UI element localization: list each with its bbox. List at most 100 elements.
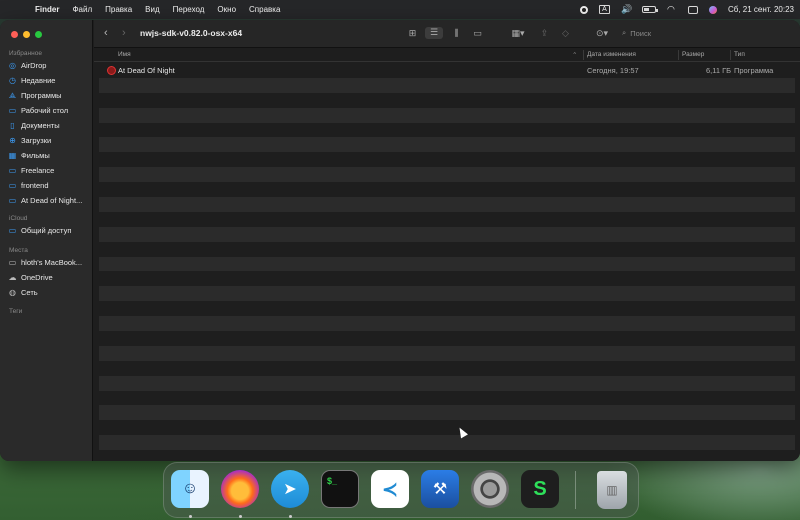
empty-row — [99, 226, 795, 242]
menu-file[interactable]: Файл — [72, 5, 92, 14]
menu-help[interactable]: Справка — [249, 5, 280, 14]
sublime-icon: S — [533, 477, 547, 500]
finder-icon: ☺ — [181, 480, 199, 497]
column-divider[interactable] — [583, 50, 584, 60]
menu-go[interactable]: Переход — [173, 5, 205, 14]
search-field[interactable]: ⌕ Поиск — [622, 28, 651, 38]
empty-row — [99, 122, 795, 138]
dock-xcode[interactable]: ⚒ — [421, 470, 459, 508]
sidebar-item-label: At Dead of Night... — [21, 196, 83, 205]
sidebar-item-label: hloth's MacBook... — [21, 258, 83, 267]
applications-icon: ⟁ — [8, 90, 17, 100]
icon-view-icon[interactable]: ⊞ — [406, 28, 419, 39]
app-icon — [107, 66, 116, 75]
empty-row — [99, 345, 795, 361]
column-size-header[interactable]: Размер — [682, 51, 704, 58]
dock-trash[interactable]: ▥ — [597, 471, 627, 509]
sidebar-item-onedrive[interactable]: ☁ OneDrive — [8, 273, 53, 282]
sidebar-item-frontend[interactable]: ▭ frontend — [8, 181, 49, 190]
volume-icon[interactable]: 🔊 — [621, 5, 632, 14]
folder-icon: ▭ — [8, 195, 17, 205]
back-button[interactable]: ‹ — [104, 27, 108, 39]
column-divider[interactable] — [730, 50, 731, 60]
sidebar-item-airdrop[interactable]: ◎ AirDrop — [8, 61, 46, 70]
sidebar-item-label: Фильмы — [21, 151, 50, 160]
sidebar: Избранное ◎ AirDrop ◷ Недавние ⟁ Програм… — [0, 20, 93, 461]
search-icon: ⌕ — [622, 28, 627, 37]
dock-firefox[interactable] — [221, 470, 259, 508]
column-name-header[interactable]: Имя — [118, 51, 131, 58]
table-row[interactable]: At Dead Of Night Сегодня, 19:57 6,11 ГБ … — [99, 63, 795, 78]
sidebar-item-shared[interactable]: ▭ Общий доступ — [8, 226, 72, 235]
sidebar-item-freelance[interactable]: ▭ Freelance — [8, 166, 55, 175]
sidebar-item-movies[interactable]: ▦ Фильмы — [8, 151, 50, 160]
tag-icon[interactable]: ◇ — [559, 28, 572, 39]
empty-row — [99, 420, 795, 436]
gallery-view-icon[interactable]: ▭ — [471, 28, 484, 39]
sidebar-item-documents[interactable]: ▯ Документы — [8, 121, 59, 130]
finder-window: Избранное ◎ AirDrop ◷ Недавние ⟁ Програм… — [0, 20, 800, 461]
folder-icon: ▭ — [8, 180, 17, 190]
dock-sublime[interactable]: S — [521, 470, 559, 508]
dock-finder[interactable]: ☺ — [171, 470, 209, 508]
xcode-icon: ⚒ — [432, 481, 448, 498]
column-view-icon[interactable]: ⫼ — [450, 28, 463, 39]
running-indicator — [189, 515, 192, 518]
gear-icon — [471, 470, 509, 508]
telegram-icon: ➤ — [283, 481, 297, 498]
sidebar-item-label: OneDrive — [21, 273, 53, 282]
menu-window[interactable]: Окно — [217, 5, 236, 14]
cloud-icon: ☁ — [8, 272, 17, 282]
sidebar-section-icloud: iCloud — [9, 215, 28, 222]
forward-button[interactable]: › — [122, 27, 126, 39]
dock-telegram[interactable]: ➤ — [271, 470, 309, 508]
sidebar-item-recents[interactable]: ◷ Недавние — [8, 76, 55, 85]
sidebar-item-label: Недавние — [21, 76, 56, 85]
trash-icon: ▥ — [606, 483, 618, 497]
sidebar-item-at-dead-of-night[interactable]: ▭ At Dead of Night... — [8, 195, 83, 205]
control-center-icon[interactable] — [687, 5, 698, 14]
sidebar-item-label: Freelance — [21, 166, 55, 175]
column-date-header[interactable]: Дата изменения — [587, 51, 636, 58]
file-size: 6,11 ГБ — [706, 66, 732, 75]
record-icon[interactable] — [579, 5, 588, 14]
file-list: At Dead Of Night Сегодня, 19:57 6,11 ГБ … — [99, 63, 800, 461]
input-source-icon[interactable]: A — [598, 5, 610, 14]
sidebar-item-downloads[interactable]: ⊕ Загрузки — [8, 136, 51, 145]
dock-vscode[interactable]: ≺ — [371, 470, 409, 508]
menubar-clock[interactable]: Сб, 21 сент. 20:23 — [728, 5, 794, 14]
more-actions-icon[interactable]: ⊙▾ — [592, 28, 612, 39]
empty-row — [99, 211, 795, 227]
sidebar-item-label: Программы — [21, 91, 62, 100]
menu-edit[interactable]: Правка — [105, 5, 132, 14]
sort-chevron-icon[interactable]: ⌃ — [572, 51, 577, 59]
sidebar-item-label: Рабочий стол — [21, 106, 69, 115]
share-icon[interactable]: ⇪ — [538, 28, 551, 39]
dock: ☺ ➤ $_ ≺ ⚒ S ▥ — [163, 462, 639, 518]
list-view-icon[interactable]: ☰ — [425, 27, 443, 39]
menu-view[interactable]: Вид — [145, 5, 159, 14]
main-pane: ‹ › nwjs-sdk-v0.82.0-osx-x64 ⊞ ☰ ⫼ ▭ ▦▾ … — [94, 20, 800, 461]
wifi-icon[interactable]: ◠ — [667, 5, 677, 14]
menu-app-finder[interactable]: Finder — [35, 5, 59, 14]
sidebar-item-macbook[interactable]: ▭ hloth's MacBook... — [8, 258, 82, 267]
empty-row — [99, 107, 795, 123]
empty-row — [99, 271, 795, 287]
sidebar-item-network[interactable]: ◍ Сеть — [8, 288, 38, 297]
vscode-icon: ≺ — [381, 478, 399, 501]
sidebar-item-desktop[interactable]: ▭ Рабочий стол — [8, 106, 68, 115]
siri-icon[interactable] — [708, 5, 717, 14]
dock-terminal[interactable]: $_ — [321, 470, 359, 508]
dock-system-settings[interactable] — [471, 470, 509, 508]
column-kind-header[interactable]: Тип — [734, 51, 745, 58]
sidebar-item-applications[interactable]: ⟁ Программы — [8, 91, 62, 100]
group-by-icon[interactable]: ▦▾ — [508, 28, 528, 39]
empty-row — [99, 435, 795, 451]
battery-icon[interactable] — [641, 6, 658, 13]
sidebar-item-label: Общий доступ — [21, 226, 72, 235]
laptop-icon: ▭ — [8, 257, 17, 267]
close-button[interactable] — [11, 31, 18, 38]
zoom-button[interactable] — [35, 31, 42, 38]
minimize-button[interactable] — [23, 31, 30, 38]
column-divider[interactable] — [678, 50, 679, 60]
